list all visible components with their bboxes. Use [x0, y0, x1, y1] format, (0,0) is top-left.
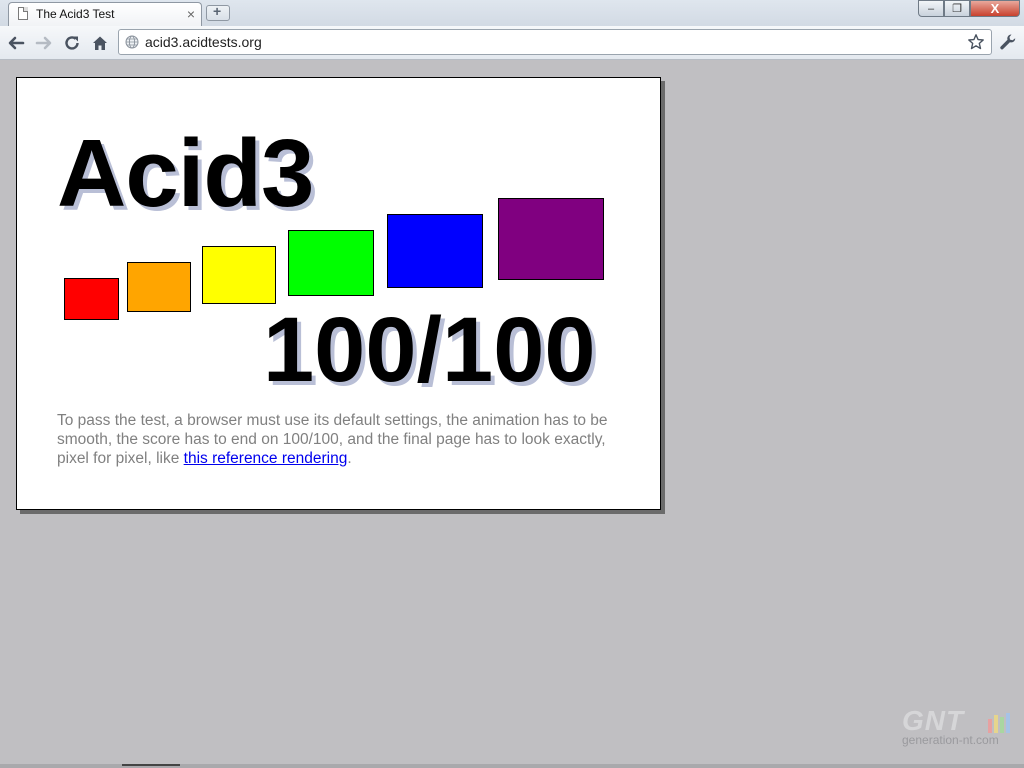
reload-icon	[65, 36, 79, 50]
bookmark-star-icon[interactable]	[967, 33, 985, 51]
arrow-left-icon	[8, 36, 25, 50]
home-icon	[93, 36, 107, 50]
tab-acid3[interactable]: The Acid3 Test ×	[8, 2, 202, 26]
watermark-bar	[994, 715, 998, 733]
notice-paragraph: To pass the test, a browser must use its…	[57, 411, 627, 468]
watermark-bar	[988, 719, 992, 733]
tab-title: The Acid3 Test	[36, 7, 115, 21]
minimize-button[interactable]: –	[918, 0, 944, 17]
page-title: Acid3	[57, 120, 314, 227]
tab-close-icon[interactable]: ×	[187, 5, 195, 23]
new-tab-button[interactable]: +	[206, 3, 230, 21]
score-display: 100/100	[263, 299, 596, 401]
watermark-bar	[1006, 713, 1010, 733]
window-controls: – ❐ X	[918, 0, 1020, 18]
swatch-purple	[498, 198, 604, 280]
wrench-icon[interactable]	[998, 32, 1018, 52]
arrow-right-icon	[35, 36, 52, 50]
address-bar[interactable]: acid3.acidtests.org	[118, 29, 992, 55]
title-bar: The Acid3 Test × + – ❐ X	[0, 0, 1024, 26]
browser-toolbar: acid3.acidtests.org	[0, 26, 1024, 60]
reference-rendering-link[interactable]: this reference rendering	[184, 450, 348, 467]
globe-icon	[125, 35, 139, 49]
plus-icon: +	[213, 3, 222, 19]
close-window-button[interactable]: X	[970, 0, 1020, 17]
watermark-bars	[988, 713, 1010, 733]
url-text[interactable]: acid3.acidtests.org	[145, 34, 262, 50]
swatch-lime	[288, 230, 374, 296]
watermark-bar	[1000, 717, 1004, 733]
swatch-blue	[387, 214, 483, 288]
swatch-yellow	[202, 246, 276, 304]
reload-button[interactable]	[61, 32, 83, 54]
notice-end: .	[347, 450, 352, 467]
watermark-site: generation-nt.com	[902, 733, 999, 747]
home-button[interactable]	[89, 32, 111, 54]
page-icon	[18, 7, 28, 20]
back-button[interactable]	[5, 32, 27, 54]
swatch-red	[64, 278, 119, 320]
maximize-button[interactable]: ❐	[944, 0, 970, 17]
forward-button[interactable]	[33, 32, 55, 54]
acid3-test-container: Acid3 100/100 To pass the test, a browse…	[16, 77, 661, 510]
status-bar	[0, 764, 1024, 768]
status-bar-segment	[122, 764, 180, 766]
watermark: GNT generation-nt.com	[900, 705, 1012, 749]
swatch-orange	[127, 262, 191, 312]
